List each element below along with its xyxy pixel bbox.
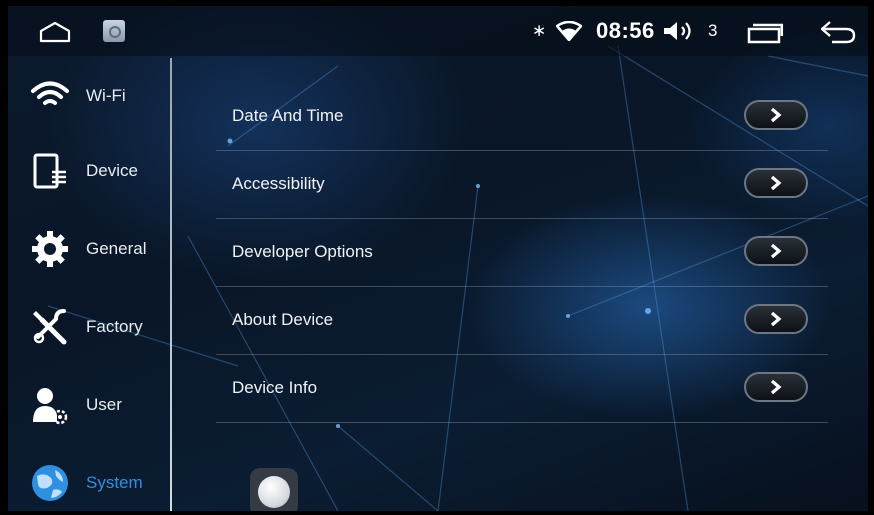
row-label: Date And Time: [232, 106, 344, 125]
volume-level: 3: [708, 21, 718, 40]
sidebar-item-general[interactable]: General: [8, 210, 168, 288]
chevron-right-button[interactable]: [744, 304, 808, 334]
settings-row-developer-options[interactable]: Developer Options: [216, 218, 828, 287]
recent-apps-icon[interactable]: [745, 22, 785, 49]
sidebar-item-user[interactable]: User: [8, 366, 168, 444]
chevron-right-button[interactable]: [744, 100, 808, 130]
sidebar-item-factory[interactable]: Factory: [8, 288, 168, 366]
sidebar-item-label: Factory: [86, 317, 143, 336]
sidebar-item-label: User: [86, 395, 122, 414]
sidebar-item-label: Device: [86, 161, 138, 180]
chevron-right-icon: [770, 379, 782, 395]
home-icon[interactable]: [38, 20, 72, 49]
globe-icon: [28, 463, 72, 503]
sidebar-item-system[interactable]: System: [8, 444, 168, 511]
chevron-right-icon: [770, 311, 782, 327]
gear-icon: [28, 229, 72, 269]
row-label: Device Info: [232, 378, 318, 397]
back-icon[interactable]: [818, 19, 858, 50]
settings-app-icon[interactable]: [103, 20, 125, 42]
screen: ∗ 08:56 3 Wi-Fi Device General Factory U…: [8, 6, 868, 511]
sidebar-divider: [170, 58, 172, 511]
settings-row-device-info[interactable]: Device Info: [216, 354, 828, 423]
chevron-right-icon: [770, 107, 782, 123]
sidebar-item-label: Wi-Fi: [86, 86, 126, 105]
sidebar-item-label: General: [86, 239, 147, 258]
row-label: About Device: [232, 310, 334, 329]
row-label: Accessibility: [232, 174, 325, 193]
floating-home-button[interactable]: [250, 468, 298, 511]
volume-icon[interactable]: [662, 6, 702, 56]
settings-row-accessibility[interactable]: Accessibility: [216, 150, 828, 219]
tools-icon: [28, 307, 72, 347]
chevron-right-button[interactable]: [744, 168, 808, 198]
chevron-right-icon: [770, 175, 782, 191]
sidebar-item-device[interactable]: Device: [8, 132, 168, 210]
settings-row-date-and-time[interactable]: Date And Time: [216, 82, 828, 151]
sidebar-item-label: System: [86, 473, 143, 492]
wifi-icon: [28, 75, 72, 115]
sidebar-item-wifi[interactable]: Wi-Fi: [8, 56, 168, 134]
status-bar: ∗ 08:56 3: [8, 6, 868, 56]
chevron-right-button[interactable]: [744, 236, 808, 266]
bluetooth-icon: ∗: [532, 21, 547, 40]
sidebar: Wi-Fi Device General Factory User System: [8, 56, 170, 511]
chevron-right-icon: [770, 243, 782, 259]
wifi-icon: [556, 6, 582, 56]
row-label: Developer Options: [232, 242, 373, 261]
device-icon: [28, 151, 72, 191]
settings-row-about-device[interactable]: About Device: [216, 286, 828, 355]
user-icon: [28, 385, 72, 425]
clock: 08:56: [596, 18, 655, 43]
chevron-right-button[interactable]: [744, 372, 808, 402]
